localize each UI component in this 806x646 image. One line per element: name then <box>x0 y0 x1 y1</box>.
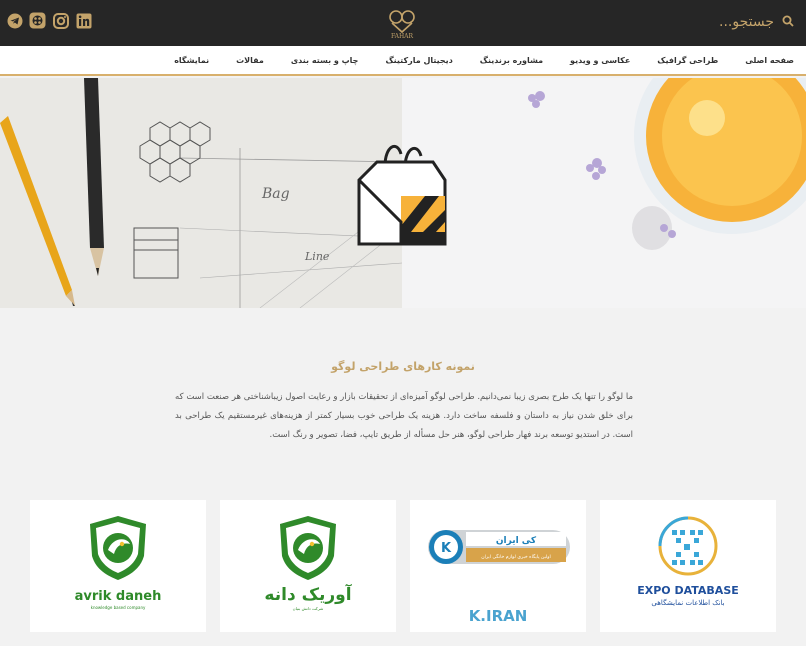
logo-cards: avrik daneh knowledge based company آوری… <box>30 500 776 632</box>
nav-item-8[interactable]: نمایشگاه <box>174 56 209 65</box>
nav-item-1[interactable]: صفحه اصلی <box>745 56 794 65</box>
k-iran-badge-subtitle: اولین پایگاه خبری لوازم خانگی ایران <box>481 553 550 560</box>
hero-honey-image <box>402 78 806 308</box>
expo-database-logotype: EXPO DATABASE <box>637 584 739 597</box>
nav-item-6[interactable]: چاپ و بسته بندی <box>291 56 359 65</box>
k-iran-badge-title: کی ایران <box>496 536 537 546</box>
svg-text:Bag: Bag <box>261 186 290 202</box>
avrik-daneh-fa-tagline: شرکت دانش بنیان <box>293 606 324 611</box>
logo-card-expo-database[interactable]: EXPO DATABASE بانک اطلاعات نمایشگاهی <box>600 500 776 632</box>
instagram-icon[interactable] <box>52 12 69 29</box>
top-bar: FAHAR <box>0 0 806 46</box>
telegram-icon[interactable] <box>6 12 23 29</box>
logo-card-k-iran[interactable]: K کی ایران اولین پایگاه خبری لوازم خانگی… <box>410 500 586 632</box>
hero-sketch-image: Bag Line <box>0 78 403 308</box>
logo-card-avrik-daneh-fa[interactable]: آوریک دانه شرکت دانش بنیان <box>220 500 396 632</box>
social-links <box>6 12 92 29</box>
logo-card-avrik-daneh[interactable]: avrik daneh knowledge based company <box>30 500 206 632</box>
svg-text:Line: Line <box>304 250 330 263</box>
svg-text:K: K <box>441 541 452 556</box>
search-icon[interactable] <box>782 12 794 31</box>
nav-item-2[interactable]: طراحی گرافیک <box>657 56 718 65</box>
nav-item-4[interactable]: مشاوره برندینگ <box>480 56 543 65</box>
nav-item-3[interactable]: عکاسی و ویدیو <box>570 56 630 65</box>
shopping-bag-icon <box>355 136 447 250</box>
avrik-daneh-fa-logotype: آوریک دانه <box>264 583 352 605</box>
linkedin-icon[interactable] <box>75 12 92 29</box>
portfolio-section: نمونه کارهای طراحی لوگو ما لوگو را تنها … <box>0 308 806 646</box>
search-input[interactable] <box>704 13 774 30</box>
nav-item-7[interactable]: مقالات <box>236 56 264 65</box>
brand-logo-text: FAHAR <box>391 33 414 40</box>
avrik-daneh-tagline: knowledge based company <box>91 605 146 610</box>
k-iran-logotype: K.IRAN <box>469 607 528 625</box>
expo-database-tagline: بانک اطلاعات نمایشگاهی <box>651 598 724 607</box>
main-nav: صفحه اصلی طراحی گرافیک عکاسی و ویدیو مشاوره… <box>0 46 806 76</box>
nav-item-5[interactable]: دیجیتال مارکتینگ <box>385 56 452 65</box>
brand-logo[interactable]: FAHAR <box>383 5 421 43</box>
avrik-daneh-logotype: avrik daneh <box>75 589 162 604</box>
search-box <box>704 12 794 31</box>
hero-banner: Bag Line <box>0 78 806 308</box>
aparat-icon[interactable] <box>29 12 46 29</box>
section-description: ما لوگو را تنها یک طرح بصری زیبا نمی‌دان… <box>175 392 633 440</box>
section-title: نمونه کارهای طراحی لوگو <box>331 360 475 373</box>
